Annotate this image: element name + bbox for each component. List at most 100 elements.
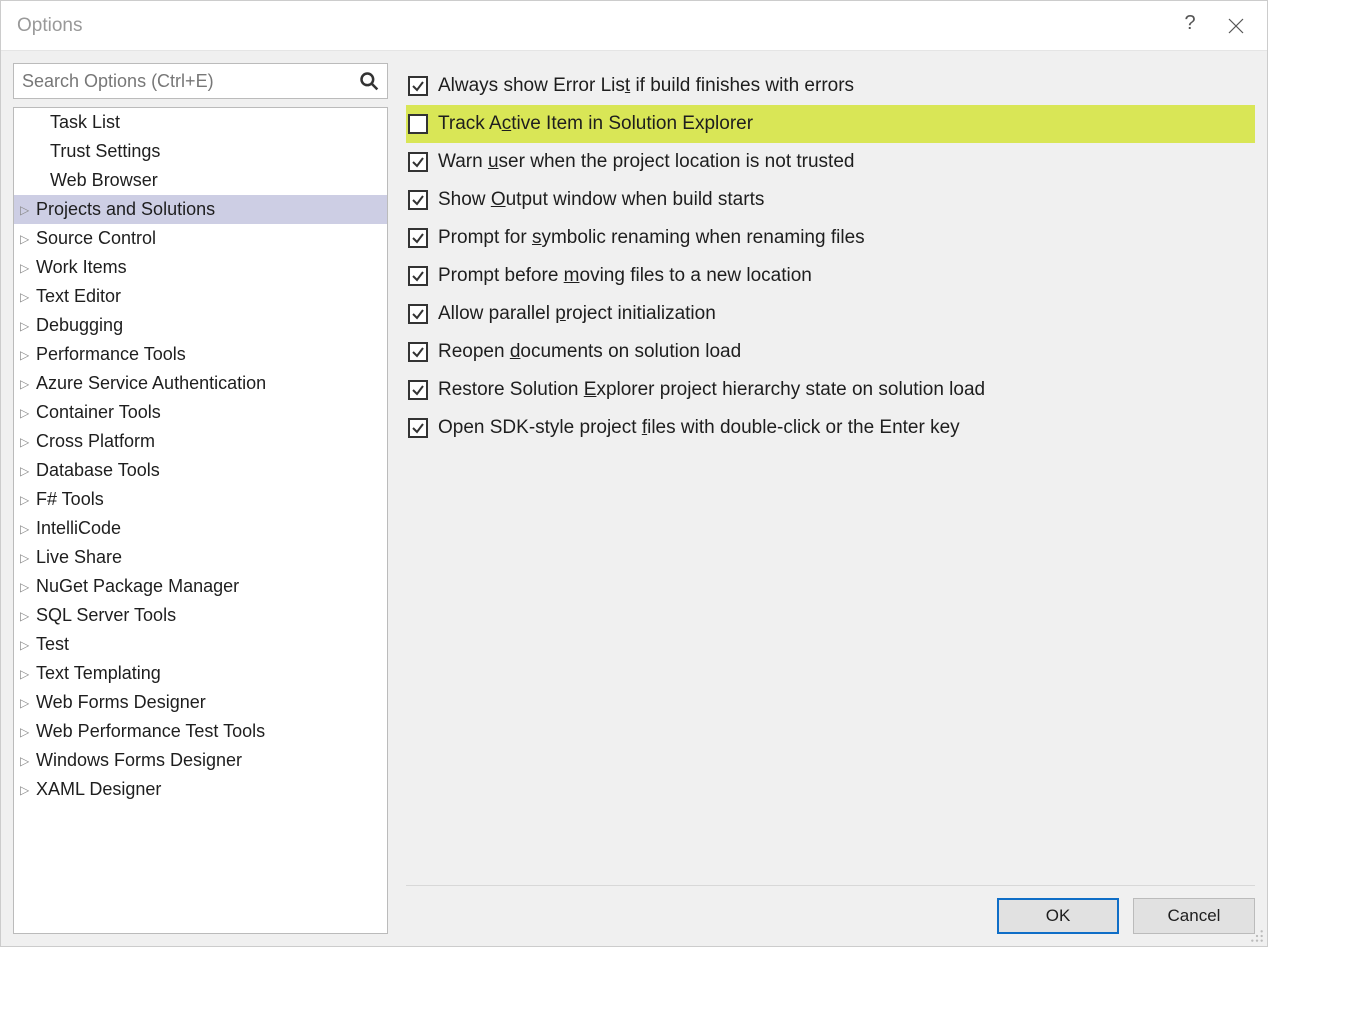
tree-item-label: Windows Forms Designer [36, 750, 242, 771]
close-button[interactable] [1213, 1, 1259, 51]
tree-item-label: Debugging [36, 315, 123, 336]
option-label: Track Active Item in Solution Explorer [438, 113, 753, 135]
option-label: Restore Solution Explorer project hierar… [438, 379, 985, 401]
ok-button[interactable]: OK [997, 898, 1119, 934]
option-row: Reopen documents on solution load [406, 333, 1255, 371]
expand-arrow-icon[interactable]: ▷ [20, 667, 34, 681]
tree-item-label: Text Editor [36, 286, 121, 307]
checkbox[interactable] [408, 228, 428, 248]
checkbox[interactable] [408, 76, 428, 96]
checkbox[interactable] [408, 342, 428, 362]
option-row: Allow parallel project initialization [406, 295, 1255, 333]
option-label: Prompt for symbolic renaming when renami… [438, 227, 865, 249]
check-icon [411, 79, 425, 93]
tree-item-label: Projects and Solutions [36, 199, 215, 220]
tree-item-label: F# Tools [36, 489, 104, 510]
option-row: Prompt for symbolic renaming when renami… [406, 219, 1255, 257]
option-label: Always show Error List if build finishes… [438, 75, 854, 97]
expand-arrow-icon[interactable]: ▷ [20, 783, 34, 797]
dialog-buttons: OK Cancel [406, 898, 1255, 934]
expand-arrow-icon[interactable]: ▷ [20, 580, 34, 594]
tree-item-label: Test [36, 634, 69, 655]
expand-arrow-icon[interactable]: ▷ [20, 493, 34, 507]
tree-item-label: Web Performance Test Tools [36, 721, 265, 742]
expand-arrow-icon[interactable]: ▷ [20, 377, 34, 391]
option-label: Open SDK-style project files with double… [438, 417, 960, 439]
check-icon [411, 383, 425, 397]
check-icon [411, 231, 425, 245]
checkbox[interactable] [408, 418, 428, 438]
tree-item[interactable]: ▷Debugging [14, 311, 387, 340]
tree-item[interactable]: ▷Text Editor [14, 282, 387, 311]
cancel-button[interactable]: Cancel [1133, 898, 1255, 934]
search-input[interactable] [22, 71, 359, 92]
expand-arrow-icon[interactable]: ▷ [20, 348, 34, 362]
tree-item[interactable]: ▷Text Templating [14, 659, 387, 688]
window-title: Options [17, 15, 1167, 37]
tree-item[interactable]: ▷Windows Forms Designer [14, 746, 387, 775]
expand-arrow-icon[interactable]: ▷ [20, 696, 34, 710]
expand-arrow-icon[interactable]: ▷ [20, 609, 34, 623]
tree-item[interactable]: ▷Web Forms Designer [14, 688, 387, 717]
expand-arrow-icon[interactable]: ▷ [20, 319, 34, 333]
tree-item[interactable]: ▷Azure Service Authentication [14, 369, 387, 398]
tree-item-label: Database Tools [36, 460, 160, 481]
checkbox[interactable] [408, 190, 428, 210]
tree-item-label: Work Items [36, 257, 127, 278]
resize-grip[interactable] [1250, 929, 1264, 943]
expand-arrow-icon[interactable]: ▷ [20, 638, 34, 652]
tree-item[interactable]: Web Browser [14, 166, 387, 195]
tree-item[interactable]: ▷Performance Tools [14, 340, 387, 369]
expand-arrow-icon[interactable]: ▷ [20, 754, 34, 768]
expand-arrow-icon[interactable]: ▷ [20, 725, 34, 739]
tree-item-label: Trust Settings [50, 141, 160, 162]
tree-item[interactable]: ▷Database Tools [14, 456, 387, 485]
expand-arrow-icon[interactable]: ▷ [20, 464, 34, 478]
tree-item[interactable]: ▷IntelliCode [14, 514, 387, 543]
tree-item[interactable]: ▷Live Share [14, 543, 387, 572]
help-button[interactable]: ? [1167, 1, 1213, 51]
checkbox[interactable] [408, 152, 428, 172]
categories-tree[interactable]: Task ListTrust SettingsWeb Browser▷Proje… [13, 107, 388, 934]
tree-item[interactable]: Trust Settings [14, 137, 387, 166]
tree-item-label: Task List [50, 112, 120, 133]
expand-arrow-icon[interactable]: ▷ [20, 522, 34, 536]
check-icon [411, 193, 425, 207]
tree-item[interactable]: ▷XAML Designer [14, 775, 387, 804]
tree-item[interactable]: ▷Source Control [14, 224, 387, 253]
tree-item-label: Web Browser [50, 170, 158, 191]
expand-arrow-icon[interactable]: ▷ [20, 435, 34, 449]
tree-item-label: XAML Designer [36, 779, 161, 800]
option-row: Open SDK-style project files with double… [406, 409, 1255, 447]
expand-arrow-icon[interactable]: ▷ [20, 551, 34, 565]
tree-item[interactable]: ▷Work Items [14, 253, 387, 282]
check-icon [411, 155, 425, 169]
expand-arrow-icon[interactable]: ▷ [20, 406, 34, 420]
tree-item[interactable]: ▷Test [14, 630, 387, 659]
tree-item-label: SQL Server Tools [36, 605, 176, 626]
option-row: Restore Solution Explorer project hierar… [406, 371, 1255, 409]
tree-item[interactable]: Task List [14, 108, 387, 137]
checkbox[interactable] [408, 266, 428, 286]
expand-arrow-icon[interactable]: ▷ [20, 232, 34, 246]
tree-item[interactable]: ▷Container Tools [14, 398, 387, 427]
options-dialog: Options ? Task List Trust Settings Web Bro… [0, 0, 1268, 947]
tree-item[interactable]: ▷Cross Platform [14, 427, 387, 456]
tree-item-label: Web Forms Designer [36, 692, 206, 713]
tree-item[interactable]: ▷Projects and Solutions [14, 195, 387, 224]
checkbox[interactable] [408, 380, 428, 400]
tree-item[interactable]: ▷SQL Server Tools [14, 601, 387, 630]
checkbox[interactable] [408, 114, 428, 134]
checkbox[interactable] [408, 304, 428, 324]
search-box[interactable] [13, 63, 388, 99]
tree-item-label: Performance Tools [36, 344, 186, 365]
expand-arrow-icon[interactable]: ▷ [20, 203, 34, 217]
tree-item[interactable]: ▷Web Performance Test Tools [14, 717, 387, 746]
expand-arrow-icon[interactable]: ▷ [20, 290, 34, 304]
tree-item[interactable]: ▷NuGet Package Manager [14, 572, 387, 601]
divider [406, 885, 1255, 886]
expand-arrow-icon[interactable]: ▷ [20, 261, 34, 275]
tree-item-label: NuGet Package Manager [36, 576, 239, 597]
tree-item-label: Cross Platform [36, 431, 155, 452]
tree-item[interactable]: ▷F# Tools [14, 485, 387, 514]
